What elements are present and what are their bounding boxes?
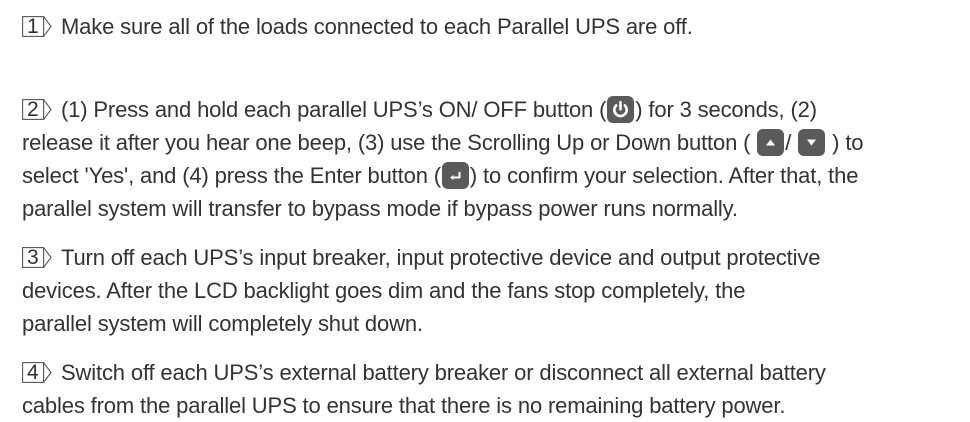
step-text: ) for 3 seconds, (2) bbox=[635, 97, 817, 122]
step-text: Make sure all of the loads connected to … bbox=[61, 14, 693, 39]
step-4: 4 Switch off each UPS’s external battery … bbox=[22, 356, 967, 422]
arrow-down-icon bbox=[798, 129, 826, 156]
step-text: Turn off each UPS’s input breaker, input… bbox=[61, 245, 821, 270]
step-2: 2 (1) Press and hold each parallel UPS’s … bbox=[22, 93, 967, 225]
step-line: parallel system will transfer to bypass … bbox=[22, 192, 967, 225]
power-icon bbox=[607, 96, 635, 123]
step-text: ) to confirm your selection. After that,… bbox=[469, 163, 859, 188]
step-line: devices. After the LCD backlight goes di… bbox=[22, 274, 967, 307]
step-number-marker: 2 bbox=[22, 98, 60, 121]
step-line: 4 Switch off each UPS’s external battery … bbox=[22, 356, 967, 389]
step-line: cables from the parallel UPS to ensure t… bbox=[22, 389, 967, 422]
enter-icon bbox=[441, 162, 469, 189]
step-text: / bbox=[785, 130, 798, 155]
step-text: select 'Yes', and (4) press the Enter bu… bbox=[22, 163, 441, 188]
step-text: parallel system will completely shut dow… bbox=[22, 311, 423, 336]
step-1: 1 Make sure all of the loads connected to… bbox=[22, 10, 967, 43]
step-number-marker: 4 bbox=[22, 361, 60, 384]
step-line: parallel system will completely shut dow… bbox=[22, 307, 967, 340]
step-number: 4 bbox=[27, 361, 39, 384]
step-line: 1 Make sure all of the loads connected to… bbox=[22, 10, 967, 43]
step-number-marker: 1 bbox=[22, 15, 60, 38]
step-text: (1) Press and hold each parallel UPS’s O… bbox=[61, 97, 607, 122]
arrow-up-icon bbox=[757, 129, 785, 156]
step-line: select 'Yes', and (4) press the Enter bu… bbox=[22, 159, 967, 192]
step-number-marker: 3 bbox=[22, 246, 60, 269]
step-line: 2 (1) Press and hold each parallel UPS’s … bbox=[22, 93, 967, 126]
step-text: devices. After the LCD backlight goes di… bbox=[22, 278, 746, 303]
step-number: 2 bbox=[27, 98, 39, 121]
step-text: release it after you hear one beep, (3) … bbox=[22, 130, 757, 155]
step-3: 3 Turn off each UPS’s input breaker, inpu… bbox=[22, 241, 967, 340]
step-number: 3 bbox=[27, 246, 39, 269]
step-text: cables from the parallel UPS to ensure t… bbox=[22, 393, 786, 418]
step-line: release it after you hear one beep, (3) … bbox=[22, 126, 967, 159]
step-text: parallel system will transfer to bypass … bbox=[22, 196, 738, 221]
step-text: ) to bbox=[826, 130, 864, 155]
step-number: 1 bbox=[27, 15, 39, 38]
step-text: Switch off each UPS’s external battery b… bbox=[61, 360, 826, 385]
step-line: 3 Turn off each UPS’s input breaker, inpu… bbox=[22, 241, 967, 274]
